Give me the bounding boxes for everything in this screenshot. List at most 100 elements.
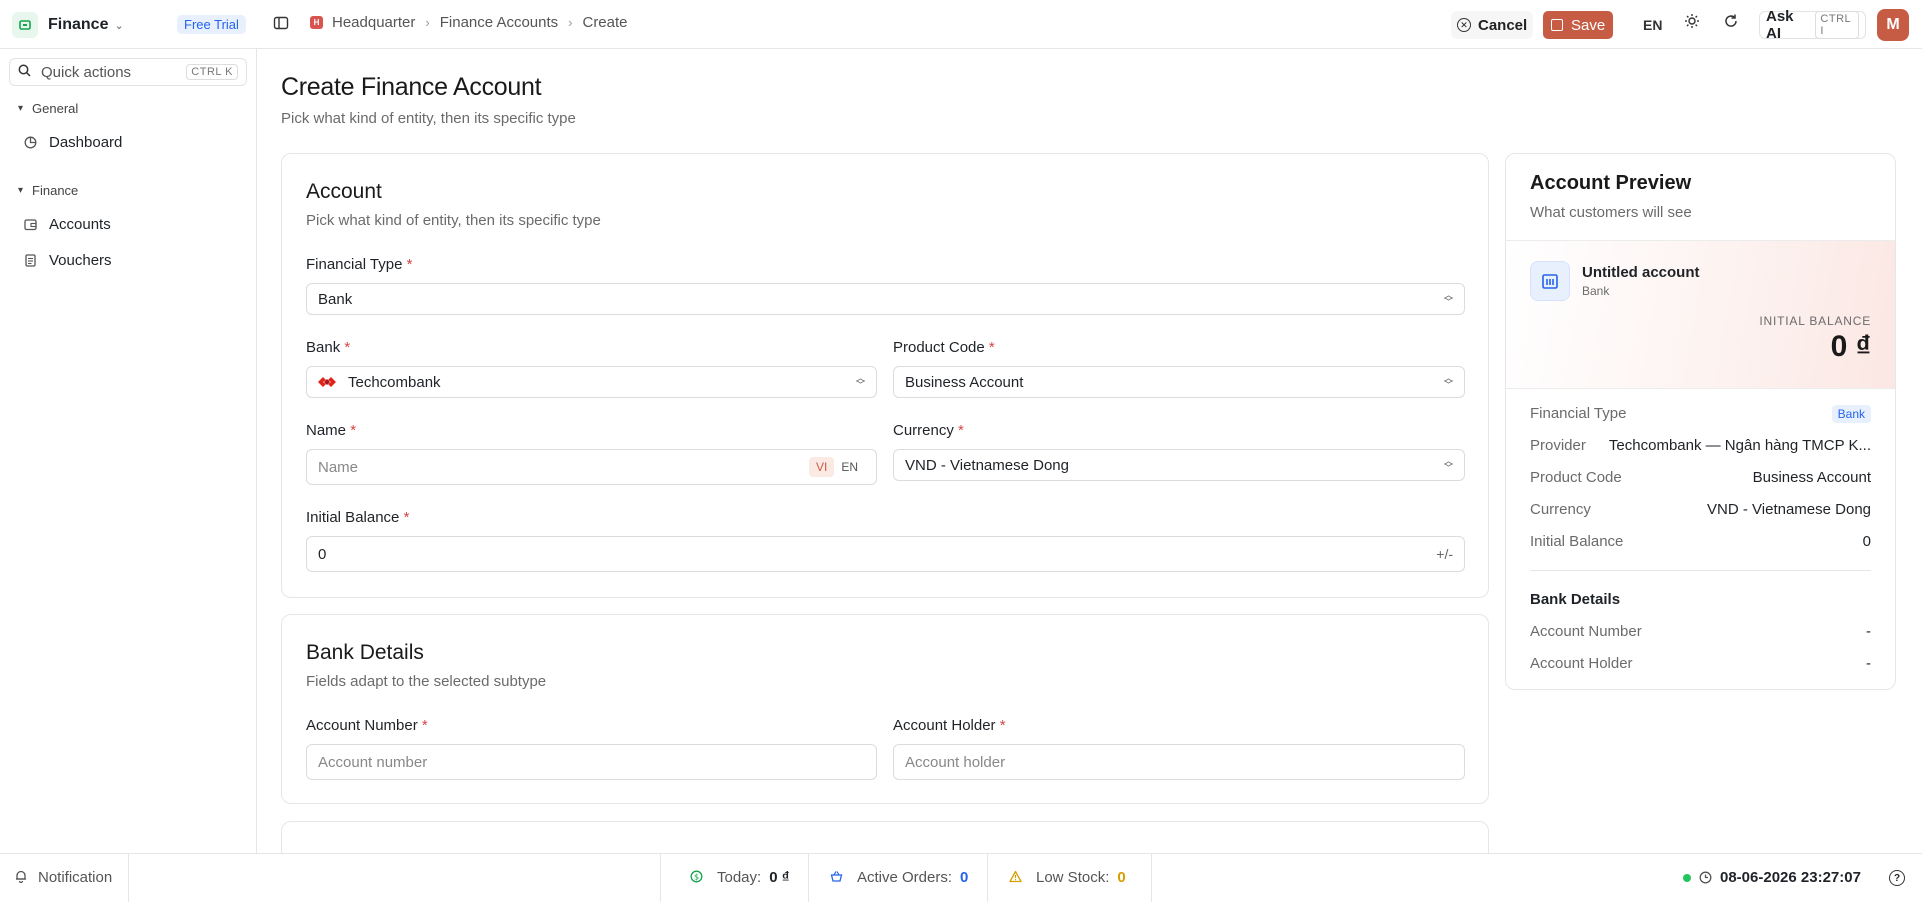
bank-building-icon: [1530, 261, 1570, 301]
bank-select[interactable]: Techcombank ︿ ﹀: [306, 366, 877, 398]
online-status-dot: [1683, 873, 1691, 882]
financial-type-value: Bank: [318, 290, 353, 308]
sidebar-group-general[interactable]: ▾ General: [18, 101, 78, 116]
preview-divider: [1530, 570, 1871, 571]
required-mark: *: [988, 339, 995, 356]
chevron-right-icon: ›: [568, 15, 573, 30]
required-mark: *: [406, 256, 413, 273]
today-label: Today:: [717, 869, 762, 886]
ask-ai-button[interactable]: Ask AI CTRL I: [1759, 8, 1866, 42]
dashboard-icon: [24, 136, 37, 149]
currency-label: Currency *: [893, 422, 964, 439]
warning-icon: [1009, 870, 1022, 886]
chevron-right-icon: ›: [425, 15, 430, 30]
bank-label-text: Bank: [306, 339, 341, 356]
document-icon: [24, 254, 37, 267]
ask-ai-shortcut: CTRL I: [1815, 11, 1859, 39]
app-name: Finance: [48, 16, 109, 33]
app-switcher[interactable]: Finance ⌄: [12, 12, 124, 38]
name-label: Name *: [306, 422, 356, 439]
cancel-button[interactable]: ✕ Cancel: [1451, 11, 1534, 39]
preview-row-product-code: Product Code Business Account: [1530, 469, 1871, 486]
required-mark: *: [958, 422, 964, 439]
preview-row-key: Provider: [1530, 437, 1586, 454]
bank-value: Techcombank: [348, 373, 441, 391]
breadcrumb-item-create: Create: [582, 14, 628, 31]
refresh-icon[interactable]: [1721, 11, 1741, 31]
initial-balance-label-text: Initial Balance: [306, 509, 400, 526]
low-stock-stat: Low Stock: 0: [1009, 869, 1126, 886]
financial-type-select[interactable]: Bank ︿ ﹀: [306, 283, 1465, 315]
preview-row-currency: Currency VND - Vietnamese Dong: [1530, 501, 1871, 518]
ask-ai-label: Ask AI: [1766, 8, 1794, 42]
language-switcher[interactable]: EN: [1643, 11, 1662, 39]
account-number-label-text: Account Number: [306, 717, 418, 734]
quick-actions-search[interactable]: Quick actions CTRL K: [9, 58, 247, 86]
preview-row-key: Initial Balance: [1530, 533, 1624, 550]
preview-row-financial-type: Financial Type Bank: [1530, 405, 1871, 423]
breadcrumb-item-headquarter[interactable]: Headquarter: [332, 14, 415, 31]
sidebar-item-vouchers[interactable]: Vouchers: [24, 252, 112, 269]
bell-icon: [14, 869, 28, 886]
account-holder-placeholder: Account holder: [905, 753, 1006, 771]
sidebar-item-label: Dashboard: [49, 134, 123, 151]
page-subtitle: Pick what kind of entity, then its speci…: [281, 110, 576, 127]
clock: 08-06-2026 23:27:07: [1683, 869, 1861, 886]
name-label-text: Name: [306, 422, 347, 439]
product-code-label: Product Code *: [893, 339, 995, 356]
chevron-down-icon: ▾: [18, 103, 24, 114]
status-bar: Notification $ Today: 0 ₫ Active Orders:…: [0, 853, 1922, 902]
sidebar-group-finance[interactable]: ▾ Finance: [18, 183, 78, 198]
preview-row-value: Techcombank — Ngân hàng TMCP K...: [1608, 437, 1871, 454]
svg-text:$: $: [694, 872, 699, 881]
currency-select[interactable]: VND - Vietnamese Dong ︿ ﹀: [893, 449, 1465, 481]
lang-vi-button[interactable]: VI: [808, 457, 835, 477]
name-input[interactable]: Name VI EN: [306, 449, 877, 485]
sidebar-item-accounts[interactable]: Accounts: [24, 216, 111, 233]
preview-row-provider: Provider Techcombank — Ngân hàng TMCP K.…: [1530, 437, 1871, 454]
sign-toggle-button[interactable]: +/-: [1436, 546, 1453, 562]
main-content: Create Finance Account Pick what kind of…: [258, 49, 1922, 853]
notification-button[interactable]: Notification: [14, 869, 112, 886]
sidebar-toggle-icon[interactable]: [273, 15, 293, 35]
account-preview-card: Account Preview What customers will see …: [1505, 153, 1896, 690]
chevron-down-icon: ▾: [18, 185, 24, 196]
avatar[interactable]: M: [1877, 9, 1909, 41]
preview-subtitle: What customers will see: [1530, 204, 1692, 221]
preview-account-name: Untitled account: [1582, 264, 1700, 281]
preview-hero: Untitled account Bank INITIAL BALANCE 0 …: [1506, 241, 1895, 389]
top-bar: Finance ⌄ Free Trial H Headquarter › Fin…: [0, 0, 1922, 49]
initial-balance-input[interactable]: 0 +/-: [306, 536, 1465, 572]
theme-toggle-icon[interactable]: [1682, 11, 1702, 31]
required-mark: *: [421, 717, 428, 734]
product-code-select[interactable]: Business Account ︿ ﹀: [893, 366, 1465, 398]
datetime: 08-06-2026 23:27:07: [1720, 869, 1861, 886]
divider: [660, 854, 661, 902]
sidebar-item-label: Accounts: [49, 216, 111, 233]
preview-row-value: VND - Vietnamese Dong: [1707, 501, 1871, 518]
divider: [808, 854, 809, 902]
clock-icon: [1699, 871, 1712, 884]
preview-row-value: 0: [1862, 533, 1871, 550]
additional-card: [281, 821, 1489, 853]
bank-label: Bank *: [306, 339, 350, 356]
sidebar-item-dashboard[interactable]: Dashboard: [24, 134, 122, 151]
notification-label: Notification: [38, 869, 113, 886]
name-language-toggle: VI EN: [808, 457, 865, 477]
product-code-value: Business Account: [905, 373, 1024, 391]
quick-actions-shortcut: CTRL K: [186, 64, 238, 80]
headquarter-logo-icon: H: [310, 16, 323, 29]
help-icon[interactable]: ?: [1889, 870, 1905, 886]
lang-en-button[interactable]: EN: [834, 457, 865, 477]
initial-balance-caption: INITIAL BALANCE: [1759, 314, 1871, 328]
account-number-input[interactable]: Account number: [306, 744, 877, 780]
trial-badge[interactable]: Free Trial: [177, 15, 246, 34]
chevron-up-down-icon: ︿ ﹀: [1443, 373, 1453, 390]
financial-type-badge: Bank: [1831, 405, 1871, 423]
required-mark: *: [403, 509, 410, 526]
save-icon: [1551, 19, 1563, 31]
breadcrumb-item-finance-accounts[interactable]: Finance Accounts: [440, 14, 558, 31]
dollar-circle-icon: $: [690, 870, 703, 886]
account-holder-input[interactable]: Account holder: [893, 744, 1465, 780]
save-button[interactable]: Save: [1543, 11, 1614, 39]
